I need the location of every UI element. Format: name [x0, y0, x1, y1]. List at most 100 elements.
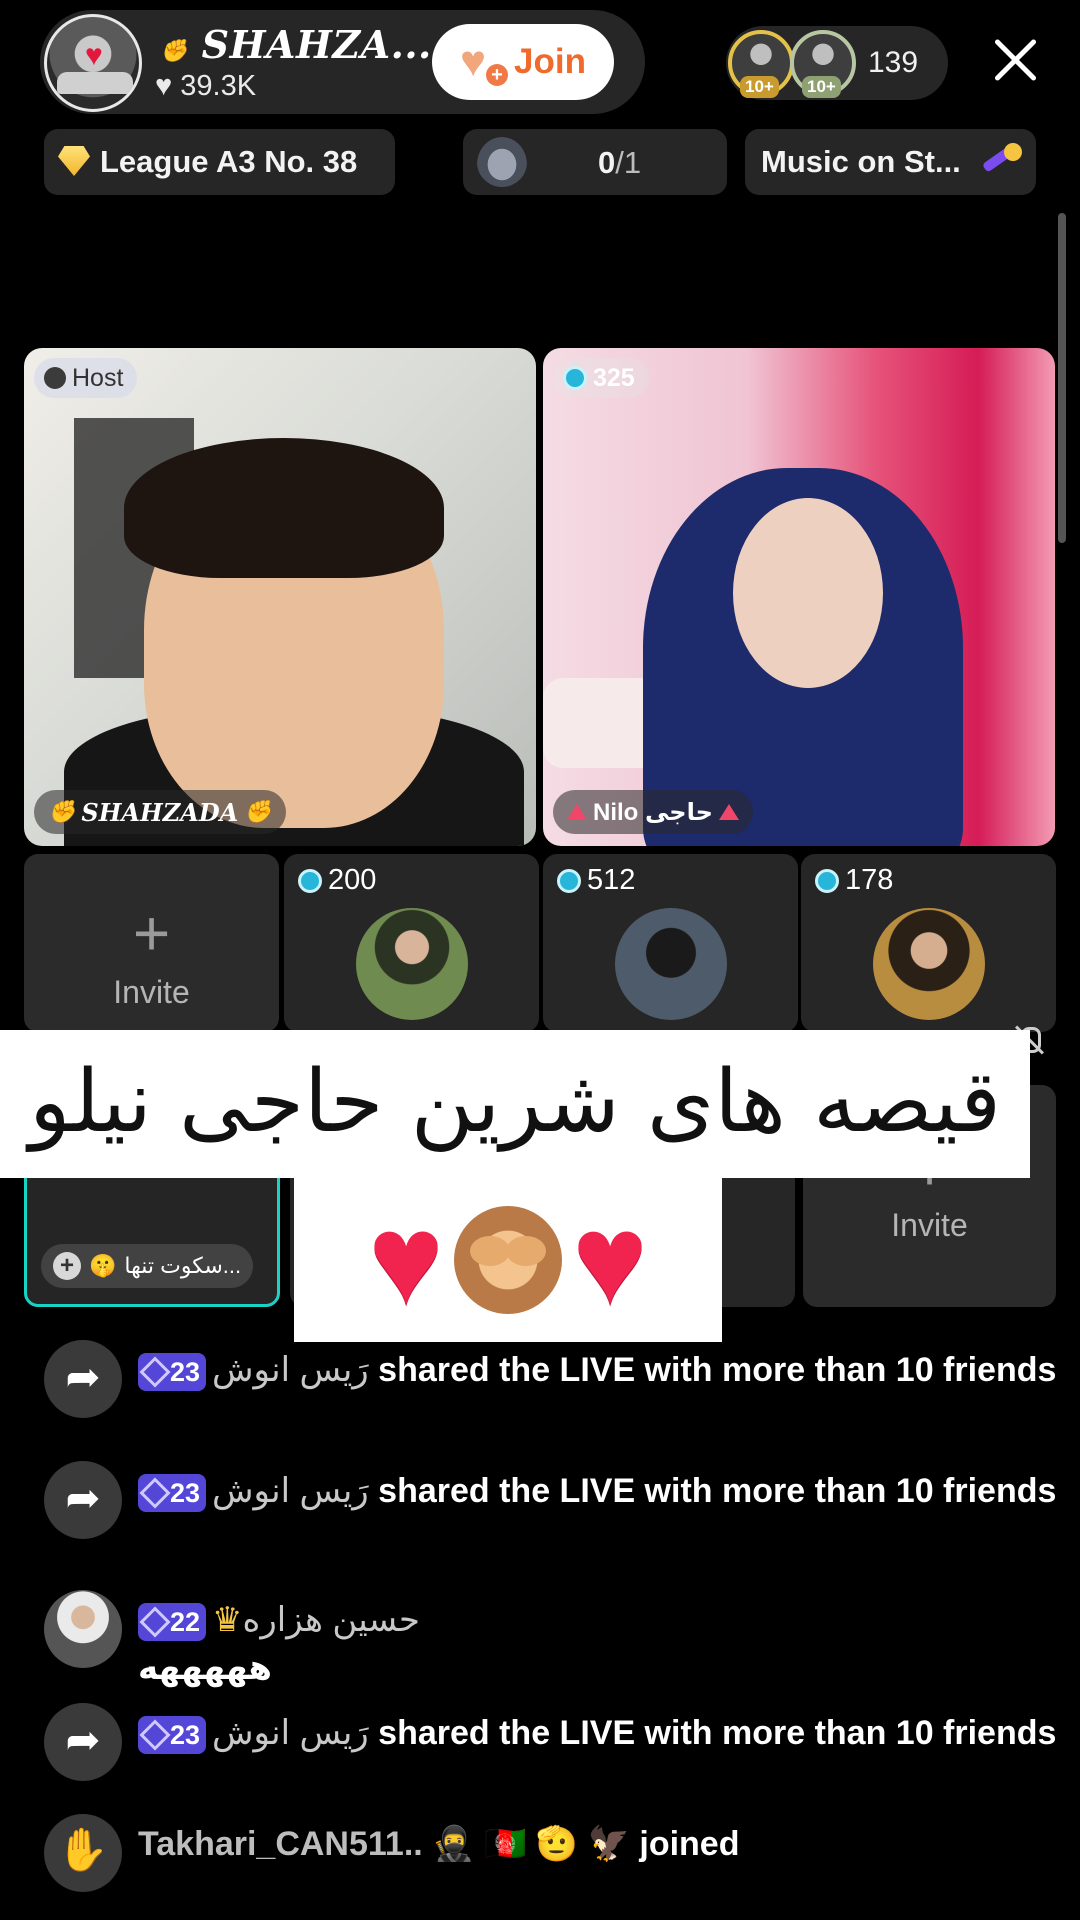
top-viewer-avatar[interactable]: 10+ — [728, 30, 794, 98]
guest-video-tile[interactable]: 325 Nilo حاجی — [543, 348, 1055, 846]
chat-text: هههههه — [138, 1649, 272, 1687]
host-name-tag: ✊ SHAHZADA ✊ — [34, 790, 286, 834]
join-label: Join — [514, 42, 586, 81]
host-name: ✊ SHAHZA... — [160, 22, 432, 67]
salute-emoji-icon: 🫡 — [535, 1825, 579, 1863]
triangle-icon — [718, 804, 739, 820]
level-badge: 23 — [138, 1716, 207, 1755]
guest-avatar — [356, 908, 468, 1020]
music-chip[interactable]: Music on St... — [745, 129, 1036, 195]
guest-slot[interactable]: 200 — [284, 854, 539, 1032]
share-icon — [44, 1703, 122, 1781]
heart-icon: ♥ — [85, 39, 103, 72]
guest-score-tag: 178 — [815, 864, 893, 897]
heart-emoji-icon: ♥ — [368, 1188, 444, 1331]
invite-label: Invite — [113, 974, 190, 1010]
wave-icon — [44, 1814, 122, 1892]
heart-icon: ♥ — [155, 70, 173, 102]
host-likes: ♥ 39.3K — [155, 70, 256, 103]
host-tile-name: SHAHZADA — [81, 797, 239, 827]
host-tag: Host — [34, 358, 138, 398]
level-badge: 23 — [138, 1474, 207, 1513]
ninja-emoji-icon: 🥷 — [432, 1825, 475, 1863]
guest-name-tag: Nilo حاجی — [553, 790, 753, 834]
guest-score: 200 — [328, 864, 377, 896]
fist-icon: ✊ — [160, 38, 188, 64]
chat-text: shared the LIVE with more than 10 friend… — [378, 1472, 1057, 1510]
host-avatar[interactable]: ♥ — [44, 14, 142, 112]
guest-score-tag: 512 — [557, 864, 635, 897]
share-icon — [44, 1340, 122, 1418]
guest-score: 178 — [845, 864, 894, 896]
host-hair — [124, 438, 444, 578]
triangle-icon — [567, 804, 587, 820]
chat-text: shared the LIVE with more than 10 friend… — [378, 1714, 1057, 1752]
chat-username[interactable]: رَیس انوش — [212, 1714, 369, 1752]
joined-text: joined — [639, 1825, 740, 1863]
guest-slot[interactable]: 178 — [801, 854, 1056, 1032]
coin-icon — [563, 366, 587, 390]
chat-username[interactable]: رَیس انوش — [212, 1351, 369, 1389]
beast-icon — [477, 137, 527, 187]
likes-count: 39.3K — [180, 70, 257, 102]
battle-score: 0/1 — [598, 145, 641, 181]
chat-message-text: 23 رَیس انوش shared the LIVE with more th… — [138, 1346, 1058, 1394]
battle-score-total: /1 — [615, 145, 642, 180]
chat-username[interactable]: رَیس انوش — [212, 1472, 369, 1510]
eagle-emoji-icon: 🦅 — [587, 1825, 630, 1863]
caption-overlay: قیصه های شرین حاجی نیلو — [0, 1030, 1030, 1178]
level-value: 23 — [170, 1357, 201, 1388]
flag-emoji-icon: 🇦🇫 — [483, 1825, 527, 1863]
join-button[interactable]: ♥ + Join — [432, 24, 614, 100]
see-no-evil-monkey-icon — [454, 1206, 562, 1314]
guest-avatar — [615, 908, 727, 1020]
microphone-icon — [982, 143, 1022, 181]
close-icon[interactable] — [985, 30, 1045, 90]
joined-username[interactable]: Takhari_CAN511.. — [138, 1825, 423, 1863]
guest-slot[interactable]: 512 — [543, 854, 798, 1032]
coin-icon — [815, 868, 839, 893]
host-video-tile[interactable]: Host ✊ SHAHZADA ✊ — [24, 348, 536, 846]
gem-icon — [139, 1719, 171, 1751]
guest-score-tag: 200 — [298, 864, 376, 897]
guest-name-tag[interactable]: + 🤫 سکوت تنها... — [41, 1244, 254, 1288]
join-event-text: Takhari_CAN511.. 🥷 🇦🇫 🫡 🦅 joined — [138, 1820, 1058, 1868]
add-icon[interactable]: + — [53, 1252, 81, 1280]
invite-label: Invite — [891, 1207, 968, 1243]
share-icon — [44, 1461, 122, 1539]
guest-avatar — [873, 908, 985, 1020]
league-label: League A3 No. 38 — [100, 144, 358, 179]
viewer-count[interactable]: 139 — [868, 46, 918, 80]
coin-icon — [298, 868, 322, 893]
music-label: Music on St... — [761, 144, 961, 179]
league-chip[interactable]: League A3 No. 38 — [44, 129, 395, 195]
guest-score: 512 — [587, 864, 636, 896]
host-icon — [44, 367, 66, 389]
guest-score-tag: 325 — [553, 358, 649, 398]
scrollbar[interactable] — [1058, 213, 1066, 543]
host-name-text: SHAHZA... — [201, 22, 432, 67]
guest-score: 325 — [593, 363, 635, 392]
diamond-icon — [58, 146, 90, 176]
level-value: 23 — [170, 1478, 201, 1509]
gem-icon — [139, 1477, 171, 1509]
chat-username[interactable]: حسین هزاره — [243, 1601, 420, 1639]
top-viewer-avatar[interactable]: 10+ — [790, 30, 856, 98]
level-badge: 22 — [138, 1603, 207, 1642]
battle-chip[interactable]: 0/1 — [463, 129, 727, 195]
join-heart-icon: ♥ + — [460, 40, 509, 86]
coin-icon — [557, 868, 581, 893]
crown-icon: ♛ — [212, 1601, 243, 1639]
invite-slot[interactable]: + Invite — [24, 854, 279, 1032]
level-value: 22 — [170, 1607, 201, 1638]
level-badge: 23 — [138, 1353, 207, 1392]
chat-message-text: 23 رَیس انوش shared the LIVE with more th… — [138, 1467, 1058, 1515]
emoji-overlay: ♥ ♥ — [294, 1178, 722, 1342]
caption-text: قیصه های شرین حاجی نیلو — [29, 1052, 1001, 1152]
host-tag-label: Host — [72, 363, 124, 392]
viewer-rank-badge: 10+ — [740, 76, 779, 98]
shush-emoji-icon: 🤫 — [89, 1253, 117, 1278]
user-avatar[interactable] — [44, 1590, 122, 1668]
guest-name: Nilo حاجی — [593, 798, 713, 826]
viewer-rank-badge: 10+ — [802, 76, 841, 98]
